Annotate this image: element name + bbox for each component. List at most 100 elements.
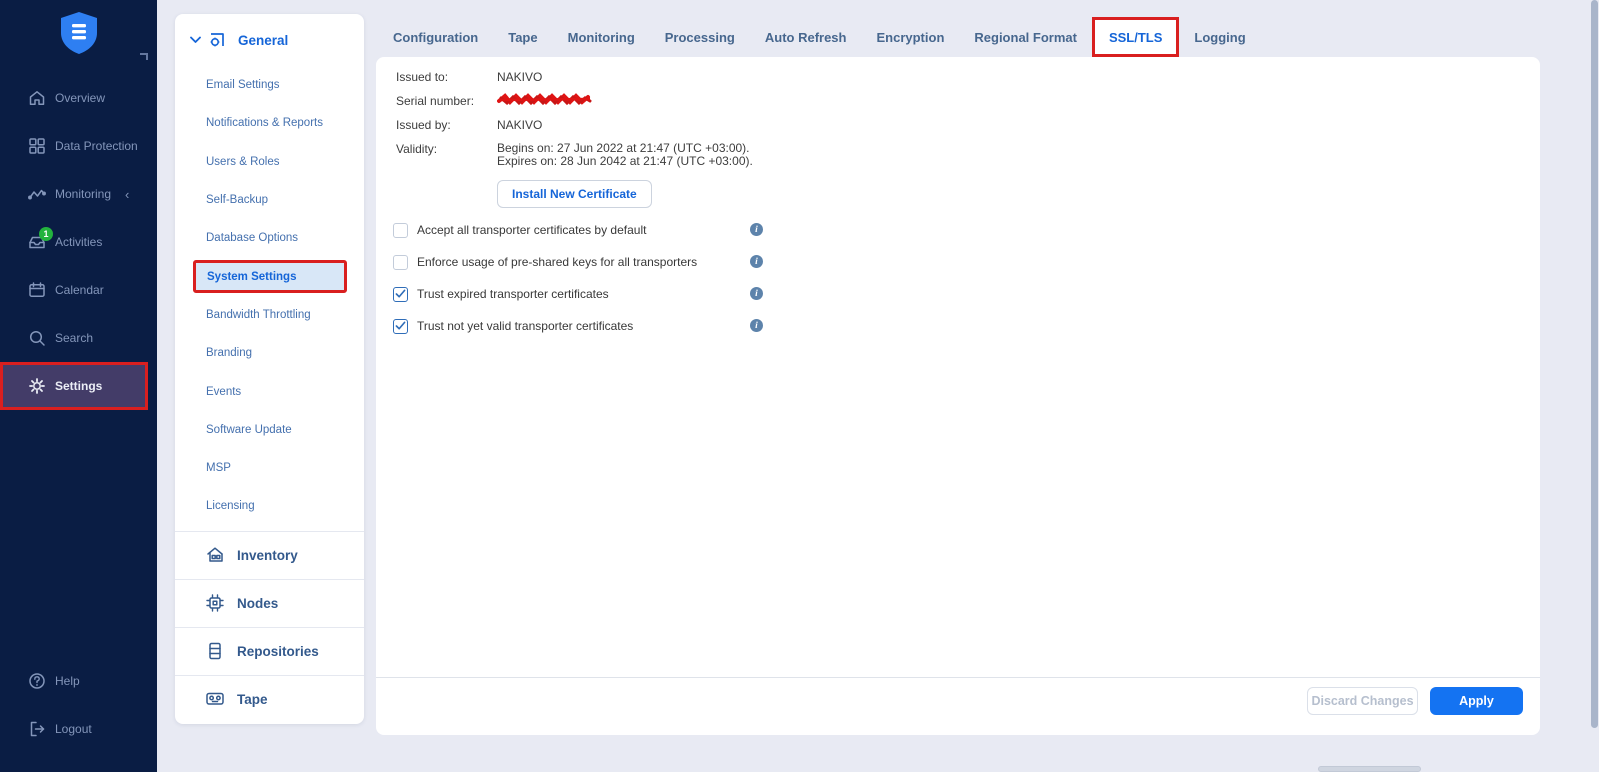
- sidebar-item-help[interactable]: Help: [0, 657, 157, 705]
- settings-section-inventory[interactable]: Inventory: [175, 531, 364, 579]
- vertical-scrollbar[interactable]: [1591, 0, 1598, 728]
- sidebar-item-logout[interactable]: Logout: [0, 705, 157, 753]
- sidebar-item-monitoring[interactable]: Monitoring ‹: [0, 170, 157, 218]
- option-label: Accept all transporter certificates by d…: [417, 223, 646, 237]
- settings-nav-item-branding[interactable]: Branding: [175, 334, 364, 372]
- panel-footer: Discard Changes Apply: [376, 677, 1540, 715]
- settings-nav-item-users-roles[interactable]: Users & Roles: [175, 143, 364, 181]
- settings-section-general[interactable]: General: [175, 14, 364, 66]
- sidebar-nav: Overview Data Protection Monitoring ‹ 1 Activ…: [0, 74, 157, 410]
- tab-logging[interactable]: Logging: [1179, 30, 1260, 45]
- sidebar-item-activities[interactable]: 1 Activities: [0, 218, 157, 266]
- settings-nav-item-database-options[interactable]: Database Options: [175, 219, 364, 257]
- sidebar-item-label: Overview: [55, 91, 105, 105]
- tab-configuration[interactable]: Configuration: [376, 30, 493, 45]
- chevron-left-icon[interactable]: ‹: [125, 187, 129, 202]
- sidebar-item-data-protection[interactable]: Data Protection: [0, 122, 157, 170]
- settings-nav-item-label: Self-Backup: [206, 194, 268, 206]
- settings-nav-item-label: Database Options: [206, 232, 298, 244]
- info-icon[interactable]: i: [750, 319, 763, 332]
- apply-button[interactable]: Apply: [1430, 687, 1523, 715]
- gear-icon: [28, 377, 46, 395]
- nakivo-settings-page: { "colors": { "accent_blue": "#1565d8", …: [0, 0, 1599, 772]
- chevron-down-icon: [190, 36, 201, 44]
- selected-settings-item: System Settings: [193, 260, 347, 293]
- settings-nav-item-software-update[interactable]: Software Update: [175, 411, 364, 449]
- settings-section-repositories[interactable]: Repositories: [175, 627, 364, 675]
- checkbox-unchecked[interactable]: [393, 255, 408, 270]
- sidebar-item-label: Search: [55, 331, 93, 345]
- tab-monitoring[interactable]: Monitoring: [553, 30, 650, 45]
- settings-nav-item-licensing[interactable]: Licensing: [175, 487, 364, 525]
- checkbox-checked[interactable]: [393, 319, 408, 334]
- settings-nav-card: General Email Settings Notifications & Re…: [175, 14, 364, 724]
- sidebar-item-calendar[interactable]: Calendar: [0, 266, 157, 314]
- checkbox-checked[interactable]: [393, 287, 408, 302]
- settings-nav-item-system-settings[interactable]: System Settings: [175, 257, 364, 295]
- issued-by-value: NAKIVO: [497, 118, 542, 132]
- grid-icon: [28, 137, 46, 155]
- settings-nav-item-email-settings[interactable]: Email Settings: [175, 66, 364, 104]
- tab-regional-format[interactable]: Regional Format: [959, 30, 1092, 45]
- help-icon: [28, 672, 46, 690]
- validity-value: Begins on: 27 Jun 2022 at 21:47 (UTC +03…: [497, 142, 753, 168]
- tab-encryption[interactable]: Encryption: [861, 30, 959, 45]
- tab-processing[interactable]: Processing: [650, 30, 750, 45]
- calendar-icon: [28, 281, 46, 299]
- settings-nav-item-label: Users & Roles: [206, 156, 280, 168]
- option-row-2: Enforce usage of pre-shared keys for all…: [393, 254, 697, 270]
- settings-section-nodes[interactable]: Nodes: [175, 579, 364, 627]
- cert-serial-row: Serial number:: [396, 94, 593, 114]
- settings-nav-item-msp[interactable]: MSP: [175, 449, 364, 487]
- option-label: Trust expired transporter certificates: [417, 287, 609, 301]
- option-label: Trust not yet valid transporter certific…: [417, 319, 633, 333]
- tab-ssl-tls[interactable]: SSL/TLS: [1092, 17, 1179, 57]
- settings-nav-item-notifications-reports[interactable]: Notifications & Reports: [175, 104, 364, 142]
- shield-menu-logo-icon: [60, 12, 98, 54]
- horizontal-scrollbar[interactable]: [1318, 766, 1421, 772]
- settings-section-label: Repositories: [237, 644, 319, 659]
- install-new-certificate-button[interactable]: Install New Certificate: [497, 180, 652, 208]
- logout-icon: [28, 720, 46, 738]
- settings-nav-item-events[interactable]: Events: [175, 372, 364, 410]
- inbox-icon: 1: [28, 233, 46, 251]
- settings-nav-item-label: Software Update: [206, 424, 292, 436]
- info-icon[interactable]: i: [750, 255, 763, 268]
- tab-tape[interactable]: Tape: [493, 30, 552, 45]
- app-logo[interactable]: [0, 12, 157, 54]
- sidebar-item-search[interactable]: Search: [0, 314, 157, 362]
- option-label: Enforce usage of pre-shared keys for all…: [417, 255, 697, 269]
- issued-to-value: NAKIVO: [497, 70, 542, 84]
- settings-nav-item-label: Notifications & Reports: [206, 117, 323, 129]
- settings-nav-item-self-backup[interactable]: Self-Backup: [175, 181, 364, 219]
- settings-nav-item-label: Bandwidth Throttling: [206, 309, 311, 321]
- sidebar-item-settings[interactable]: Settings: [0, 362, 148, 410]
- search-icon: [28, 329, 46, 347]
- sidebar-item-label: Logout: [55, 722, 92, 736]
- main-sidebar: Overview Data Protection Monitoring ‹ 1 Activ…: [0, 0, 157, 772]
- issued-by-label: Issued by:: [396, 118, 497, 132]
- home-icon: [28, 89, 46, 107]
- settings-nav-item-label: Events: [206, 386, 241, 398]
- info-icon[interactable]: i: [750, 287, 763, 300]
- collapse-corner-icon[interactable]: [140, 53, 148, 60]
- settings-section-tape[interactable]: Tape: [175, 675, 364, 723]
- pulse-icon: [28, 185, 46, 203]
- discard-changes-button[interactable]: Discard Changes: [1307, 687, 1418, 715]
- sidebar-item-label: Monitoring: [55, 187, 111, 201]
- cert-validity-row: Validity: Begins on: 27 Jun 2022 at 21:4…: [396, 142, 753, 168]
- settings-nav-item-label: Licensing: [206, 500, 255, 512]
- info-icon[interactable]: i: [750, 223, 763, 236]
- settings-nav-item-bandwidth-throttling[interactable]: Bandwidth Throttling: [175, 296, 364, 334]
- sidebar-item-label: Activities: [55, 235, 102, 249]
- sidebar-item-label: Data Protection: [55, 139, 138, 153]
- sidebar-item-overview[interactable]: Overview: [0, 74, 157, 122]
- settings-tab-bar: ConfigurationTapeMonitoringProcessingAut…: [376, 17, 1261, 57]
- checkbox-unchecked[interactable]: [393, 223, 408, 238]
- settings-sections: Inventory Nodes Repositories Tape: [175, 531, 364, 723]
- settings-nav-item-label: Email Settings: [206, 79, 280, 91]
- settings-section-label: Nodes: [237, 596, 278, 611]
- sidebar-footer-nav: Help Logout: [0, 657, 157, 753]
- tab-auto-refresh[interactable]: Auto Refresh: [750, 30, 862, 45]
- cert-issued-to-row: Issued to: NAKIVO: [396, 70, 542, 84]
